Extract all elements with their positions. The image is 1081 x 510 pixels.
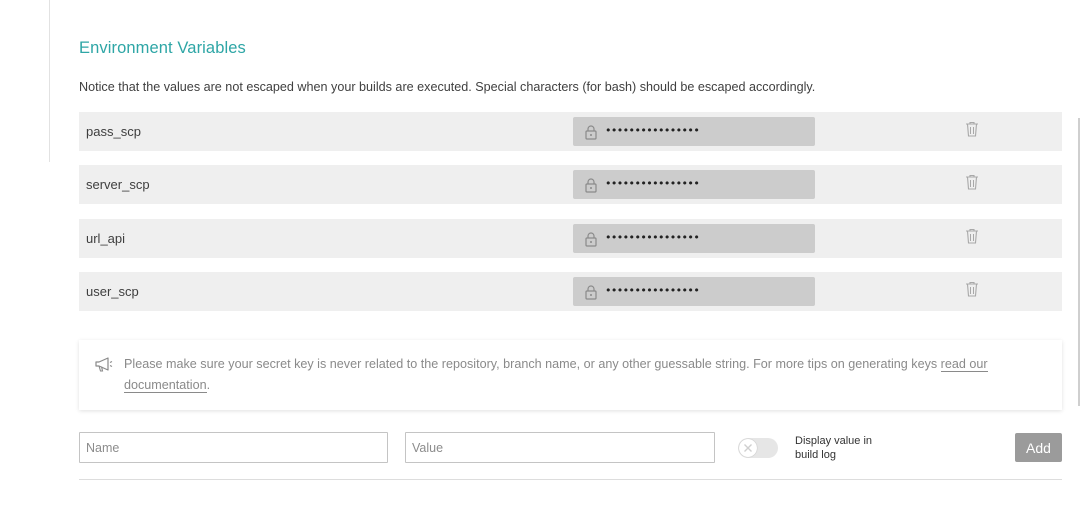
tip-end: . [206, 378, 211, 392]
env-var-masked-value: •••••••••••••••• [573, 170, 815, 199]
name-input[interactable] [79, 432, 388, 463]
add-button[interactable]: Add [1015, 433, 1062, 462]
bottom-divider [79, 479, 1062, 480]
trash-icon[interactable] [965, 121, 979, 137]
env-var-name: pass_scp [86, 124, 141, 139]
display-value-toggle[interactable] [738, 438, 778, 458]
env-var-masked-value: •••••••••••••••• [573, 277, 815, 306]
section-title: Environment Variables [79, 39, 246, 57]
env-var-row: user_scp •••••••••••••••• [79, 272, 1062, 311]
scrollbar[interactable] [1078, 118, 1080, 406]
masked-value-text: •••••••••••••••• [605, 177, 700, 190]
lock-icon [585, 285, 597, 300]
lock-icon [585, 125, 597, 140]
toggle-knob [739, 439, 757, 457]
lock-icon [585, 232, 597, 247]
left-divider [49, 0, 50, 162]
lock-icon [585, 178, 597, 193]
masked-value-text: •••••••••••••••• [605, 124, 700, 137]
masked-value-text: •••••••••••••••• [605, 284, 700, 297]
trash-icon[interactable] [965, 281, 979, 297]
trash-icon[interactable] [965, 228, 979, 244]
env-var-row: server_scp •••••••••••••••• [79, 165, 1062, 204]
masked-value-text: •••••••••••••••• [605, 231, 700, 244]
tip-message: Please make sure your secret key is neve… [124, 357, 941, 371]
secret-key-tip: Please make sure your secret key is neve… [79, 340, 1062, 410]
tip-text: Please make sure your secret key is neve… [124, 354, 1029, 396]
env-var-masked-value: •••••••••••••••• [573, 224, 815, 253]
env-var-name: url_api [86, 231, 126, 246]
env-var-masked-value: •••••••••••••••• [573, 117, 815, 146]
escape-notice: Notice that the values are not escaped w… [79, 80, 816, 94]
env-var-name: server_scp [86, 177, 150, 192]
env-var-row: url_api •••••••••••••••• [79, 219, 1062, 258]
close-icon [744, 444, 752, 452]
trash-icon[interactable] [965, 174, 979, 190]
display-value-label: Display value in build log [795, 435, 873, 461]
megaphone-icon [95, 357, 113, 372]
env-var-row: pass_scp •••••••••••••••• [79, 112, 1062, 151]
value-input[interactable] [405, 432, 715, 463]
env-var-name: user_scp [86, 284, 139, 299]
